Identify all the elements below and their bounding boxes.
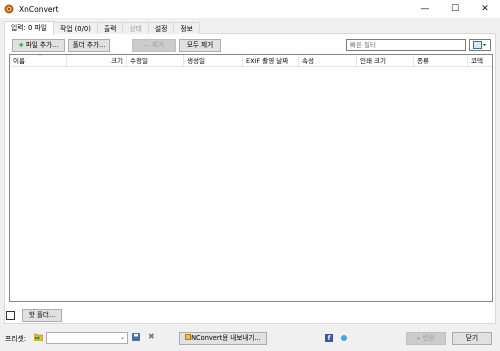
remove-all-button[interactable]: 모두 제거 — [179, 39, 221, 52]
sort-ascending-icon: ⌃ — [38, 55, 43, 60]
hot-folder-label: 핫 폴더... — [28, 311, 56, 319]
hot-folder-row: 핫 폴더... — [6, 309, 62, 322]
convert-button[interactable]: ▸ 변환 — [406, 332, 446, 345]
close-dialog-button[interactable]: 닫기 — [452, 332, 492, 345]
tab-bar: 입력: 0 파일 작업 (0/0) 출력 상태 설정 정보 — [4, 21, 496, 35]
twitter-icon[interactable] — [340, 334, 348, 342]
maximize-icon: ☐ — [450, 4, 460, 14]
close-icon: ✕ — [481, 4, 489, 14]
delete-preset-icon[interactable]: ✖ — [148, 333, 155, 341]
view-list-icon — [473, 41, 486, 49]
facebook-icon[interactable]: f — [325, 334, 333, 342]
column-header-size[interactable]: 크기 — [67, 55, 127, 67]
add-icon: ✚ — [18, 42, 24, 49]
add-files-button[interactable]: ✚ 파일 추가... — [12, 39, 65, 52]
window-title: XnConvert — [19, 4, 59, 14]
column-header-attributes[interactable]: 속성 — [299, 55, 357, 67]
xnconvert-logo-icon — [4, 4, 14, 14]
preset-select[interactable]: ⌄ — [46, 332, 128, 344]
remove-all-label: 모두 제거 — [186, 41, 214, 49]
tab-settings[interactable]: 설정 — [147, 22, 175, 34]
column-header-print-size[interactable]: 인쇄 크기 — [357, 55, 414, 67]
hot-folder-button[interactable]: 핫 폴더... — [22, 309, 62, 322]
preset-label: 프리셋: — [5, 335, 27, 343]
add-folder-label: 폴더 추가... — [72, 41, 106, 49]
chevron-down-icon: ⌄ — [119, 334, 125, 341]
hot-folder-checkbox[interactable] — [6, 311, 15, 320]
tab-status: 상태 — [122, 22, 149, 34]
column-header-name[interactable]: 이름 ⌃ — [10, 55, 67, 67]
column-header-modified[interactable]: 수정일 — [127, 55, 184, 67]
tab-about[interactable]: 정보 — [173, 22, 200, 34]
minus-icon: — — [143, 42, 150, 49]
column-header-codec[interactable]: 코덱 — [468, 55, 492, 67]
remove-button[interactable]: — 제거 — [132, 39, 176, 52]
add-folder-button[interactable]: 폴더 추가... — [68, 39, 110, 52]
minimize-icon: — — [420, 4, 430, 14]
column-header-created[interactable]: 생성일 — [184, 55, 243, 67]
column-header-type[interactable]: 종류 — [414, 55, 468, 67]
convert-icon: ▸ — [417, 335, 421, 342]
minimize-button[interactable]: — — [410, 0, 440, 18]
export-nconvert-button[interactable]: NConvert용 내보내기... — [179, 332, 267, 345]
file-list[interactable]: 이름 ⌃ 크기 수정일 생성일 EXIF 촬영 날짜 속성 인쇄 크기 종류 코덱 — [9, 54, 493, 302]
title-bar: XnConvert — ☐ ✕ — [0, 0, 500, 18]
export-nconvert-label: NConvert용 내보내기... — [191, 334, 261, 342]
remove-label: 제거 — [151, 41, 165, 49]
close-dialog-label: 닫기 — [465, 334, 479, 342]
bottom-bar: 프리셋: ⌄ ✖ NConvert용 내보내기... f ▸ 변환 닫기 — [0, 330, 500, 346]
view-mode-button[interactable] — [469, 39, 491, 51]
save-preset-icon[interactable] — [132, 333, 140, 341]
close-button[interactable]: ✕ — [470, 0, 500, 18]
open-folder-icon[interactable] — [34, 333, 43, 341]
quick-filter-input[interactable] — [346, 39, 466, 51]
maximize-button[interactable]: ☐ — [440, 0, 470, 18]
tab-actions[interactable]: 작업 (0/0) — [52, 22, 98, 34]
add-files-label: 파일 추가... — [25, 41, 59, 49]
file-list-header: 이름 ⌃ 크기 수정일 생성일 EXIF 촬영 날짜 속성 인쇄 크기 종류 코덱 — [10, 55, 492, 67]
column-header-exif-date[interactable]: EXIF 촬영 날짜 — [243, 55, 299, 67]
convert-label: 변환 — [422, 334, 435, 342]
tab-output[interactable]: 출력 — [96, 22, 124, 34]
input-panel: ✚파일 추가... 폴더 추가... —제거 모두 제거 이름⌃ 크기 수정일 … — [4, 34, 496, 324]
tab-input[interactable]: 입력: 0 파일 — [4, 21, 54, 35]
